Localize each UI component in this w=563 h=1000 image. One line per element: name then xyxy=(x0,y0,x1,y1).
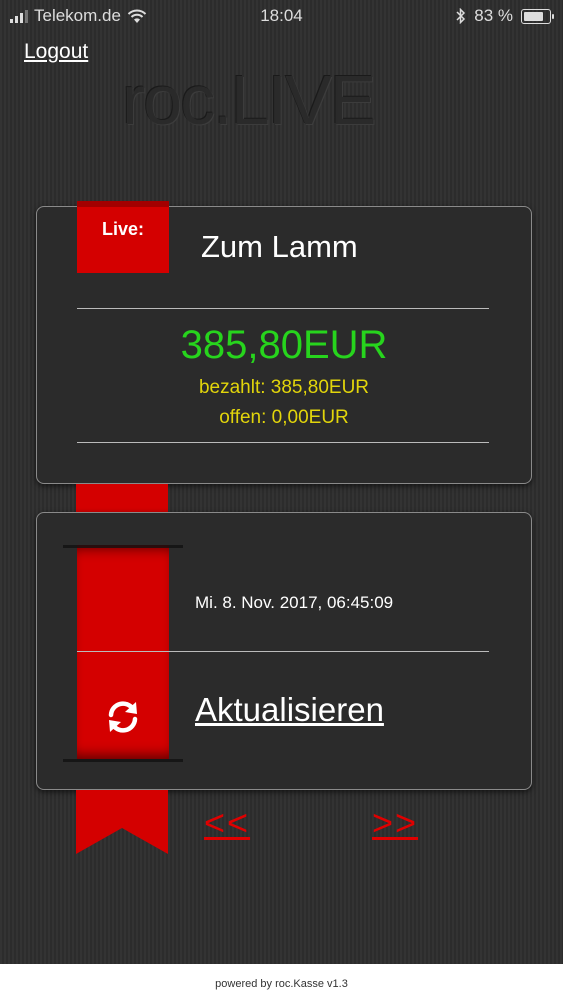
status-bar: Telekom.de 18:04 83 % xyxy=(0,0,563,32)
refresh-icon[interactable] xyxy=(103,697,143,737)
battery-area: 83 % xyxy=(456,6,554,26)
live-card: Live: Zum Lamm 385,80EUR bezahlt: 385,80… xyxy=(36,201,532,484)
ribbon-fold-shadow xyxy=(63,545,183,548)
divider xyxy=(77,651,489,652)
battery-icon xyxy=(521,8,554,24)
divider xyxy=(77,442,489,443)
paid-amount: bezahlt: 385,80EUR xyxy=(198,377,370,398)
live-ribbon: Live: xyxy=(77,201,169,273)
ribbon-fold-shadow xyxy=(63,759,183,762)
total-amount: 385,80EUR xyxy=(180,323,388,367)
live-badge: Live: xyxy=(101,219,144,239)
last-update-timestamp: Mi. 8. Nov. 2017, 06:45:09 xyxy=(195,593,394,612)
bluetooth-icon xyxy=(456,8,466,24)
refresh-link[interactable]: Aktualisieren xyxy=(195,691,384,729)
open-amount: offen: 0,00EUR xyxy=(219,407,349,428)
venue-title: Zum Lamm xyxy=(201,229,358,264)
footer-text: powered by roc.Kasse v1.3 xyxy=(215,978,348,990)
footer: powered by roc.Kasse v1.3 xyxy=(0,964,563,1000)
app-logo: roc.LIVE xyxy=(122,61,376,139)
divider xyxy=(77,308,489,309)
logout-link[interactable]: Logout xyxy=(24,40,88,64)
battery-percent: 83 % xyxy=(474,6,513,25)
ribbon-connector xyxy=(76,484,168,512)
previous-button[interactable]: << xyxy=(204,802,250,844)
update-card: Mi. 8. Nov. 2017, 06:45:09 Aktualisieren xyxy=(36,512,532,790)
ribbon-tail xyxy=(76,790,168,854)
next-button[interactable]: >> xyxy=(372,802,418,844)
